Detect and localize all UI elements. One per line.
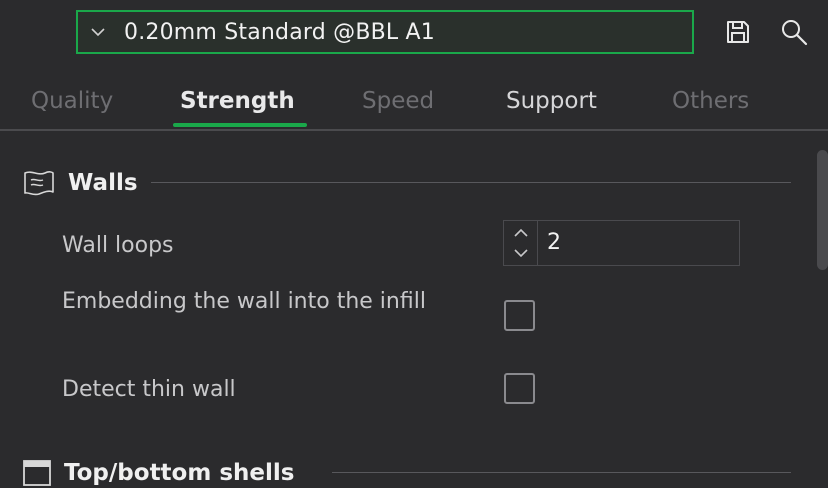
profile-label: 0.20mm Standard @BBL A1 xyxy=(124,19,435,45)
top-bottom-section-title: Top/bottom shells xyxy=(64,460,295,486)
chevron-down-icon xyxy=(91,28,105,37)
walls-section-divider xyxy=(151,182,791,183)
shell-icon xyxy=(23,460,51,486)
stepper-divider xyxy=(537,221,538,265)
top-bottom-section-divider xyxy=(332,472,791,473)
stepper-up-icon[interactable] xyxy=(510,224,532,242)
stepper-down-icon[interactable] xyxy=(510,244,532,262)
tab-quality[interactable]: Quality xyxy=(31,88,113,114)
wall-loops-stepper[interactable]: 2 xyxy=(503,220,740,266)
scrollbar-thumb[interactable] xyxy=(817,150,828,270)
embed-wall-label: Embedding the wall into the infill xyxy=(62,289,426,314)
walls-section-title: Walls xyxy=(68,170,138,196)
tab-support[interactable]: Support xyxy=(506,88,597,114)
tabs-divider xyxy=(0,129,828,131)
embed-wall-checkbox[interactable] xyxy=(504,300,535,331)
wall-loops-value[interactable]: 2 xyxy=(547,230,561,255)
settings-tabs: Quality Strength Speed Support Others xyxy=(0,82,828,130)
wall-loops-label: Wall loops xyxy=(62,233,174,258)
walls-icon xyxy=(24,171,54,196)
search-icon[interactable] xyxy=(780,18,808,46)
tab-strength[interactable]: Strength xyxy=(180,88,295,114)
active-tab-indicator xyxy=(173,123,307,127)
detect-thin-wall-checkbox[interactable] xyxy=(504,373,535,404)
tab-speed[interactable]: Speed xyxy=(362,88,434,114)
tab-others[interactable]: Others xyxy=(672,88,749,114)
save-icon[interactable] xyxy=(724,18,752,46)
top-bottom-section-header: Top/bottom shells xyxy=(22,458,294,488)
walls-section-header: Walls xyxy=(22,168,138,198)
detect-thin-wall-label: Detect thin wall xyxy=(62,377,236,402)
profile-dropdown[interactable]: 0.20mm Standard @BBL A1 xyxy=(76,10,694,54)
